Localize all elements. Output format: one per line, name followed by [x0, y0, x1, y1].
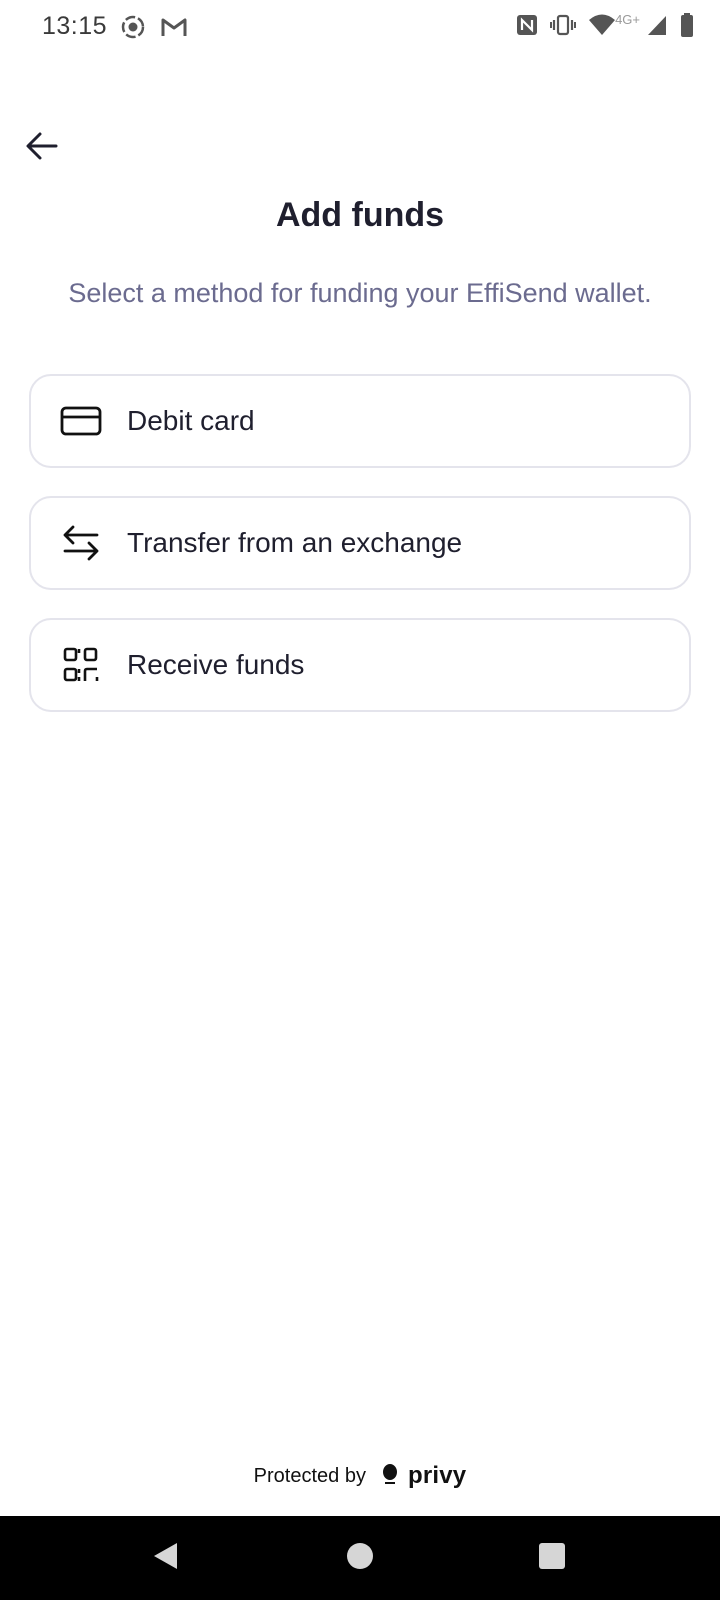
transfer-exchange-label: Transfer from an exchange: [127, 527, 463, 558]
debit-card-option[interactable]: Debit card: [29, 374, 691, 468]
nav-home-button[interactable]: [342, 1540, 378, 1576]
credit-card-icon: [59, 399, 103, 443]
protected-by-footer: Protected by privy: [0, 1462, 720, 1490]
transfer-arrows-icon: [59, 521, 103, 565]
page-subtitle: Select a method for funding your EffiSen…: [68, 278, 652, 308]
arrow-left-icon: [25, 131, 59, 166]
status-left-icons: [120, 14, 188, 45]
home-circle-icon: [346, 1542, 374, 1575]
receive-funds-label: Receive funds: [127, 649, 305, 680]
status-time: 13:15: [42, 12, 108, 40]
record-icon: [120, 14, 146, 45]
add-funds-screen: 13:15 4G+ Add funds Select a method for …: [0, 0, 720, 1600]
transfer-exchange-option[interactable]: Transfer from an exchange: [29, 496, 691, 590]
nav-back-button[interactable]: [148, 1540, 184, 1576]
privy-wordmark: privy: [407, 1462, 467, 1489]
nfc-icon: [516, 13, 538, 42]
recents-square-icon: [538, 1542, 566, 1575]
system-navigation-bar: [0, 1516, 720, 1600]
nav-recents-button[interactable]: [534, 1540, 570, 1576]
back-triangle-icon: [151, 1541, 181, 1576]
wifi-icon: [588, 13, 616, 42]
funding-options: Debit card Transfer from an exchange Rec…: [29, 374, 691, 740]
status-bar: 13:15 4G+: [0, 0, 720, 56]
qr-code-icon: [59, 643, 103, 687]
back-button[interactable]: [22, 128, 62, 168]
signal-icon: [646, 13, 668, 42]
gmail-icon: [160, 15, 188, 44]
battery-icon: [680, 12, 694, 43]
page-title: Add funds: [275, 196, 445, 234]
protected-by-text: Protected by: [253, 1464, 366, 1487]
status-right-icons: [516, 12, 694, 43]
receive-funds-option[interactable]: Receive funds: [29, 618, 691, 712]
privy-logo-icon: [382, 1463, 398, 1490]
debit-card-label: Debit card: [127, 405, 255, 436]
vibrate-icon: [550, 13, 576, 42]
